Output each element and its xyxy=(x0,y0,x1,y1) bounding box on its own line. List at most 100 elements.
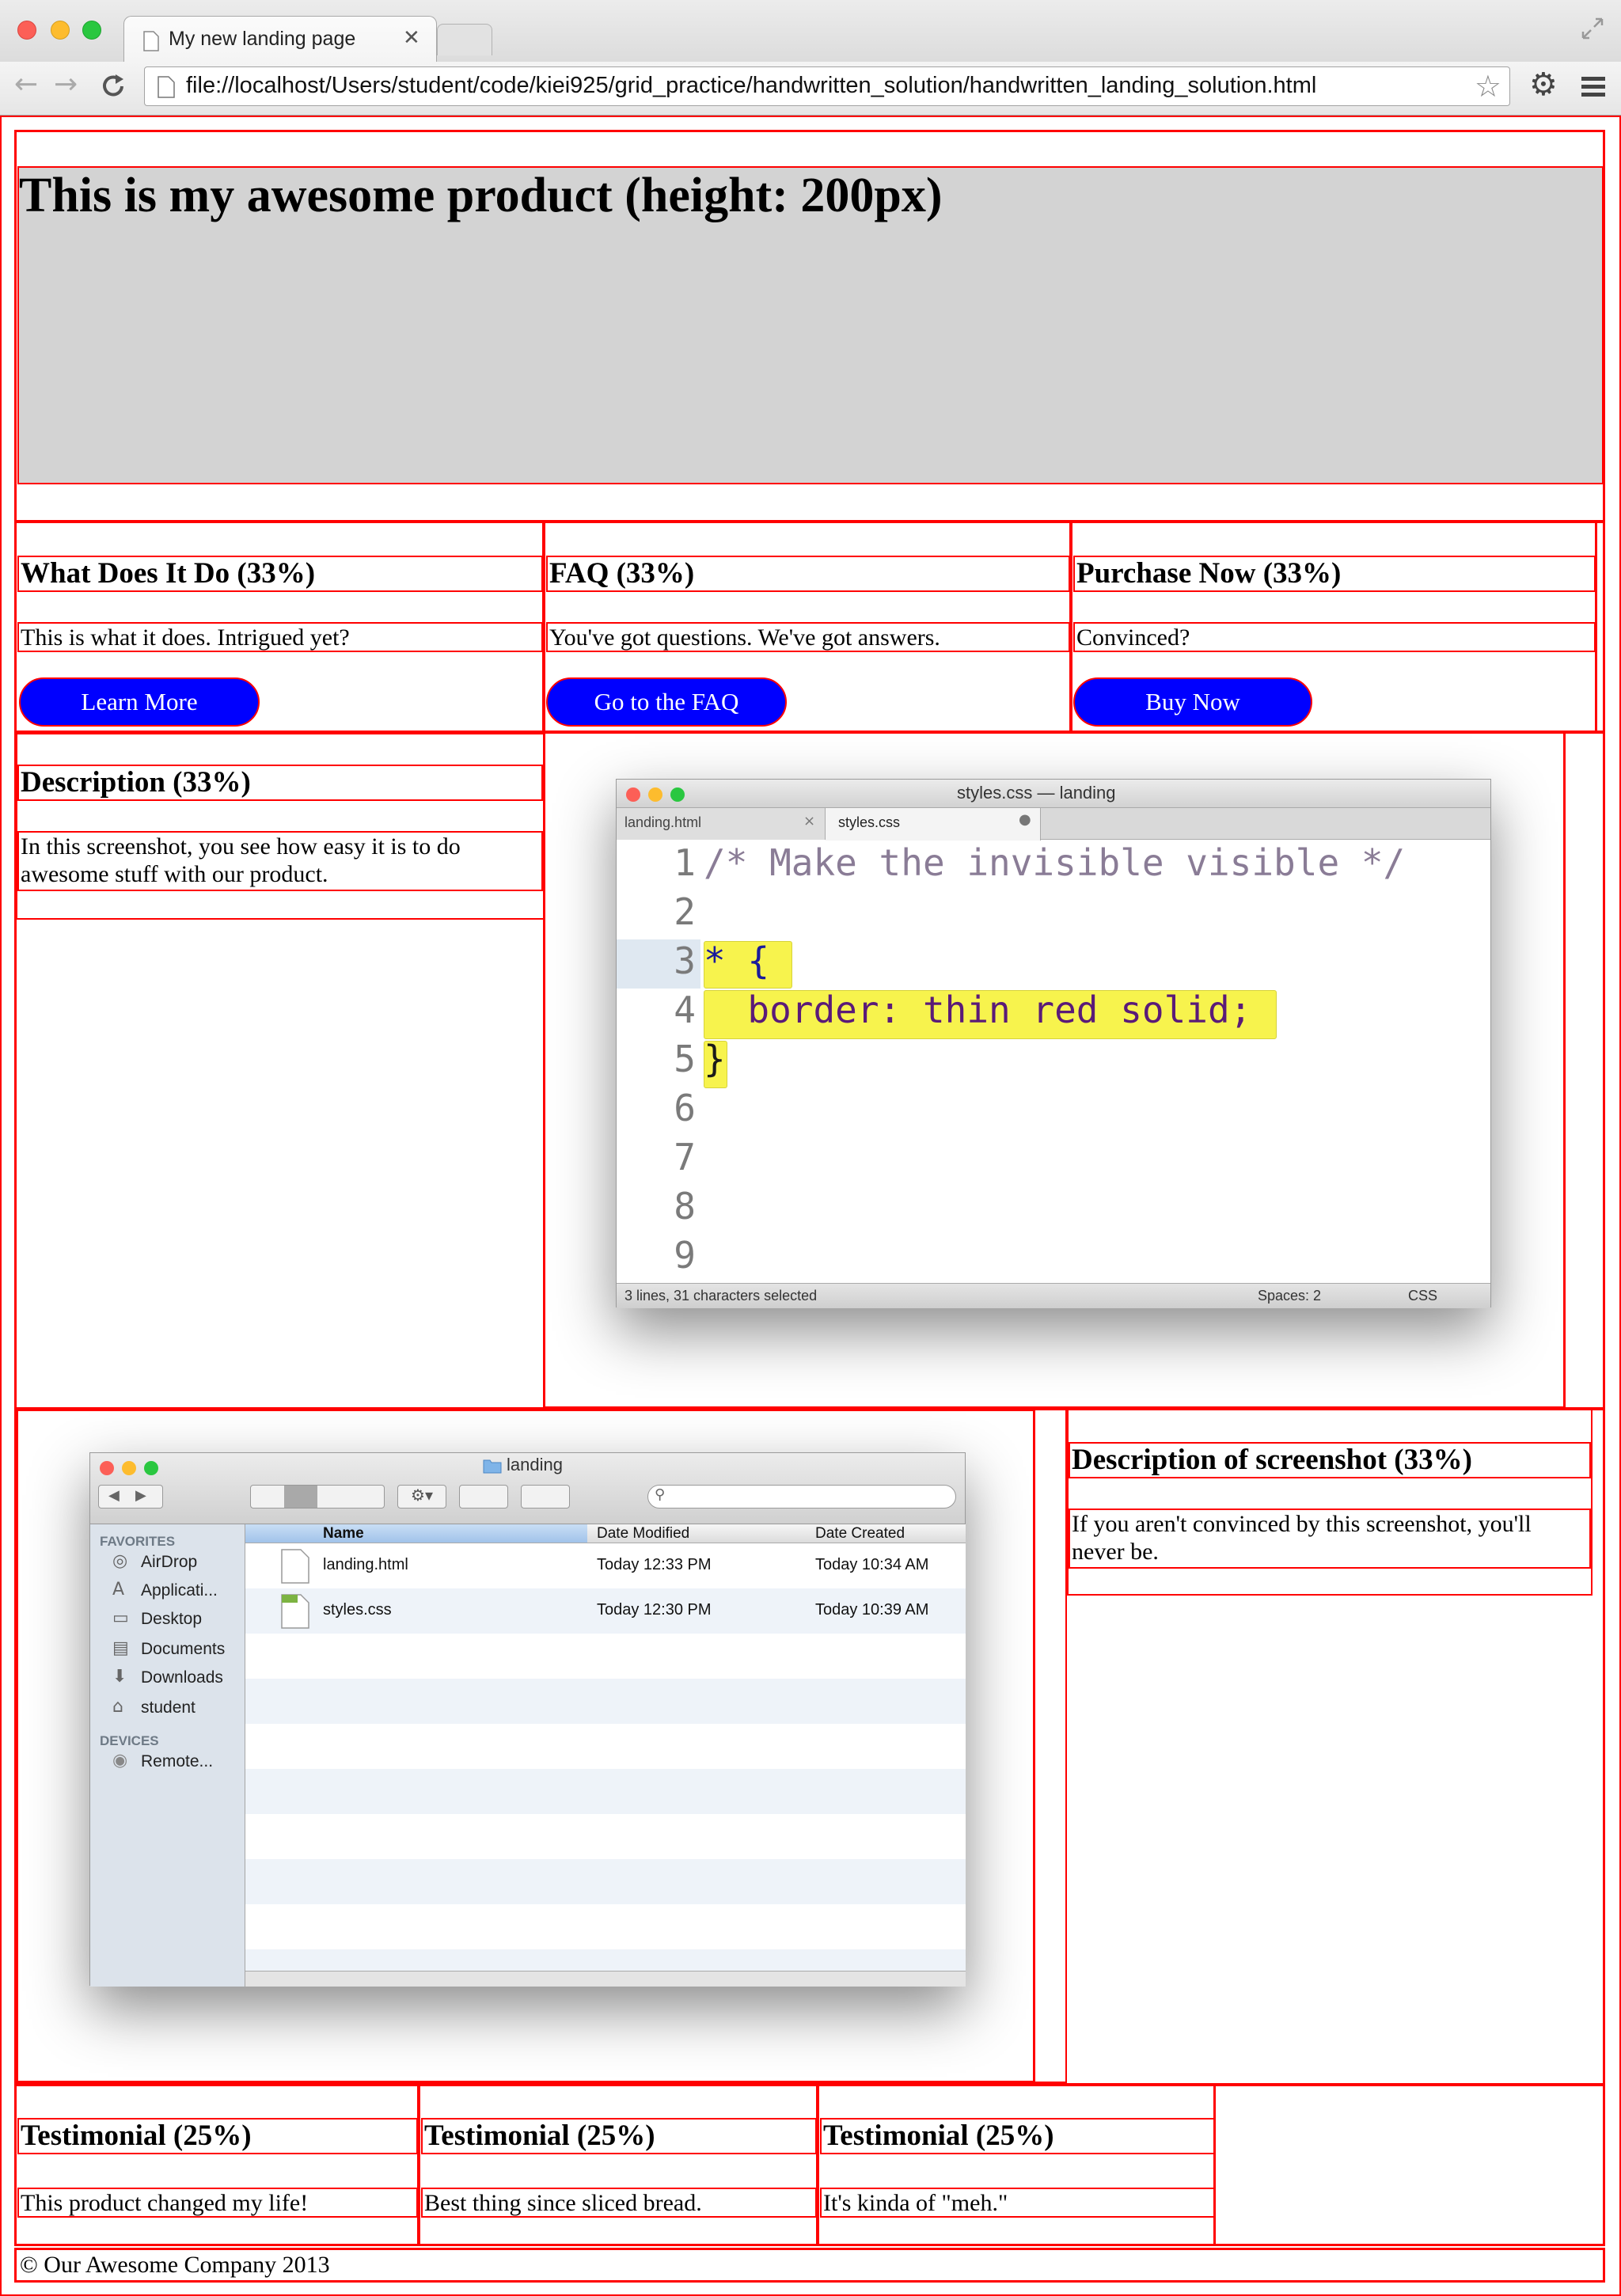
finder-status-strip xyxy=(245,1971,966,1987)
reload-icon[interactable] xyxy=(100,73,127,100)
gear-icon: ⚙▾ xyxy=(397,1485,446,1509)
screenshot-description-text: If you aren't convinced by this screensh… xyxy=(1069,1509,1591,1569)
back-arrow-icon[interactable]: ← xyxy=(14,68,38,101)
feature-heading-purchase: Purchase Now (33%) xyxy=(1073,556,1596,592)
file-icon xyxy=(158,76,175,98)
finder-search-field: ⚲ xyxy=(647,1485,956,1509)
column-header-created: Date Created xyxy=(815,1525,905,1542)
testimonial-heading: Testimonial (25%) xyxy=(421,2118,817,2154)
finder-file-list: landing.html Today 12:33 PM Today 10:34 … xyxy=(245,1543,966,1971)
editor-code-area: 1/* Make the invisible visible */ 2 3 * {… xyxy=(617,841,1490,1283)
status-spaces: Spaces: 2 xyxy=(1258,1288,1322,1304)
list-item: landing.html Today 12:33 PM Today 10:34 … xyxy=(245,1543,966,1588)
code-line: 2 xyxy=(674,890,696,933)
buy-now-button[interactable]: Buy Now xyxy=(1073,677,1312,727)
sidebar-item-applications: Applicati... xyxy=(141,1581,218,1600)
editor-screenshot: styles.css — landing landing.html × styl… xyxy=(616,779,1491,1308)
close-window-icon[interactable] xyxy=(17,21,36,40)
code-line: 6 xyxy=(674,1087,696,1129)
airdrop-icon: ◎ xyxy=(112,1551,128,1571)
search-icon: ⚲ xyxy=(655,1486,666,1503)
editor-status-bar: 3 lines, 31 characters selected Spaces: … xyxy=(617,1283,1490,1308)
editor-tab-styles: styles.css ● xyxy=(826,808,1041,841)
tab-close-icon[interactable]: ✕ xyxy=(403,26,420,50)
testimonial-card xyxy=(817,2083,1216,2246)
feature-text-purchase: Convinced? xyxy=(1073,622,1596,652)
code-line: 9 xyxy=(674,1234,696,1277)
finder-screenshot: landing ◀ ▶ ⚙▾ ⚲ FAVORITES AirDrop Appli… xyxy=(89,1452,966,1987)
fullscreen-icon[interactable] xyxy=(1580,16,1605,41)
home-icon: ⌂ xyxy=(112,1697,123,1717)
editor-tab-close-icon: × xyxy=(803,813,816,829)
new-tab-button[interactable] xyxy=(437,24,492,55)
documents-icon: ▤ xyxy=(112,1638,129,1658)
editor-tab-label: landing.html xyxy=(624,814,702,830)
code-declaration: border: thin red solid; xyxy=(704,989,1252,1031)
learn-more-button[interactable]: Learn More xyxy=(19,677,260,727)
arrange-icon xyxy=(459,1485,508,1509)
minimize-window-icon[interactable] xyxy=(51,21,70,40)
list-view-icon xyxy=(284,1486,317,1508)
testimonial-card xyxy=(418,2083,818,2246)
url-text: file://localhost/Users/student/code/kiei… xyxy=(186,73,1317,98)
editor-minimize-icon xyxy=(648,787,662,802)
forward-arrow-icon[interactable]: → xyxy=(54,68,78,101)
editor-window-title: styles.css — landing xyxy=(957,783,1116,803)
description-heading: Description (33%) xyxy=(17,765,543,801)
feature-text-what: This is what it does. Intrigued yet? xyxy=(17,622,543,652)
go-to-faq-button[interactable]: Go to the FAQ xyxy=(546,677,787,727)
hero-title: This is my awesome product (height: 200p… xyxy=(19,169,943,222)
feature-heading-faq: FAQ (33%) xyxy=(546,556,1070,592)
finder-back-forward: ◀ ▶ xyxy=(98,1485,163,1509)
footer: © Our Awesome Company 2013 xyxy=(14,2248,1605,2283)
feature-heading-what: What Does It Do (33%) xyxy=(17,556,543,592)
feature-text-faq: You've got questions. We've got answers. xyxy=(546,622,1070,652)
finder-view-switcher xyxy=(250,1485,385,1509)
finder-minimize-icon xyxy=(122,1461,136,1475)
sidebar-item-student: student xyxy=(141,1698,196,1717)
sorted-column-header xyxy=(245,1524,587,1543)
bookmark-star-icon[interactable]: ☆ xyxy=(1475,69,1501,104)
downloads-icon: ⬇ xyxy=(112,1667,127,1687)
sidebar-item-airdrop: AirDrop xyxy=(141,1553,198,1571)
share-icon xyxy=(521,1485,570,1509)
remote-disc-icon: ◉ xyxy=(112,1751,128,1770)
tab-title: My new landing page xyxy=(169,28,356,50)
testimonial-text: Best thing since sliced bread. xyxy=(421,2188,817,2218)
code-selector: * { xyxy=(704,939,770,982)
editor-tab-dirty-icon: ● xyxy=(1019,811,1031,828)
code-line: 8 xyxy=(674,1185,696,1228)
status-selection: 3 lines, 31 characters selected xyxy=(624,1288,818,1304)
back-arrow-icon: ◀ xyxy=(108,1487,120,1504)
sidebar-section-favorites: FAVORITES xyxy=(100,1534,176,1549)
description-text: In this screenshot, you see how easy it … xyxy=(17,831,543,891)
testimonial-card xyxy=(14,2083,419,2246)
desktop-icon: ▭ xyxy=(112,1608,129,1628)
finder-column-headers: Name Date Modified Date Created xyxy=(245,1524,966,1543)
column-header-modified: Date Modified xyxy=(597,1525,690,1542)
testimonial-heading: Testimonial (25%) xyxy=(820,2118,1216,2154)
css-file-icon xyxy=(281,1594,309,1629)
html-file-icon xyxy=(281,1549,309,1584)
gear-icon[interactable]: ⚙ xyxy=(1529,66,1558,103)
page-icon xyxy=(143,31,159,51)
list-item: styles.css Today 12:30 PM Today 10:39 AM xyxy=(245,1588,966,1634)
status-syntax: CSS xyxy=(1408,1288,1438,1304)
editor-close-icon xyxy=(626,787,640,802)
address-bar[interactable]: file://localhost/Users/student/code/kiei… xyxy=(144,66,1510,106)
finder-window-title: landing xyxy=(507,1455,563,1474)
testimonial-text: It's kinda of "meh." xyxy=(820,2188,1216,2218)
finder-zoom-icon xyxy=(144,1461,158,1475)
code-line: 3 * { xyxy=(674,939,770,982)
code-line: 5} xyxy=(674,1038,726,1080)
menu-icon[interactable] xyxy=(1580,74,1607,98)
code-line: 4 border: thin red solid; xyxy=(674,989,1252,1031)
testimonial-heading: Testimonial (25%) xyxy=(17,2118,418,2154)
browser-tab[interactable]: My new landing page ✕ xyxy=(123,16,437,62)
zoom-window-icon[interactable] xyxy=(82,21,101,40)
finder-close-icon xyxy=(100,1461,114,1475)
sidebar-item-remote: Remote... xyxy=(141,1752,214,1770)
screenshot-description-heading: Description of screenshot (33%) xyxy=(1069,1442,1591,1478)
code-line: 1/* Make the invisible visible */ xyxy=(674,841,1406,884)
sidebar-item-desktop: Desktop xyxy=(141,1610,203,1628)
